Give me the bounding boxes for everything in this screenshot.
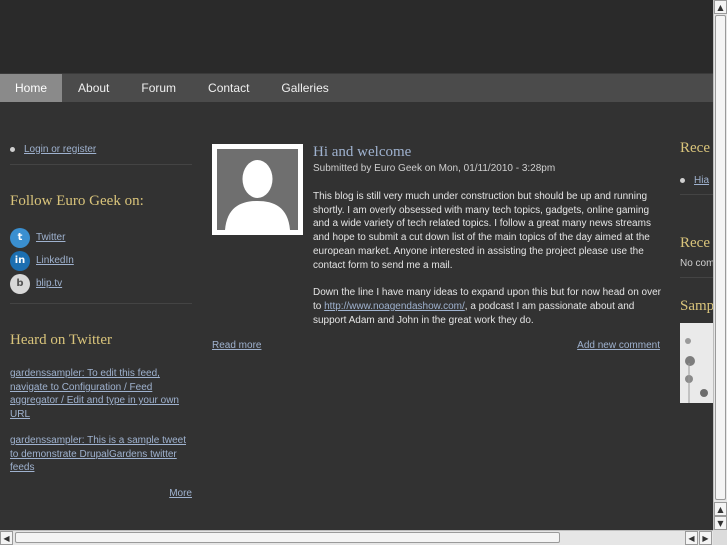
linkedin-link[interactable]: LinkedIn (36, 255, 74, 266)
horizontal-scroll-thumb[interactable] (15, 532, 560, 543)
sample-block-title: Samp (680, 298, 713, 314)
social-linkedin[interactable]: in LinkedIn (10, 249, 192, 272)
divider (10, 164, 192, 165)
nav-forum[interactable]: Forum (125, 74, 192, 102)
bullet-icon (10, 146, 15, 152)
main-nav: Home About Forum Contact Galleries (0, 74, 713, 102)
more-link-row: More (10, 488, 192, 499)
no-comments-text: No com (680, 258, 713, 269)
noagenda-link[interactable]: http://www.noagendashow.com/ (324, 301, 465, 312)
post-meta: Submitted by Euro Geek on Mon, 01/11/201… (313, 163, 556, 174)
divider (10, 303, 192, 304)
twitter-link[interactable]: Twitter (36, 232, 65, 243)
scroll-left-icon[interactable]: ◀ (685, 531, 698, 545)
scroll-down-icon[interactable]: ▼ (714, 516, 727, 530)
vertical-scroll-thumb[interactable] (715, 15, 726, 500)
scroll-up-icon[interactable]: ▲ (714, 0, 727, 14)
divider (680, 277, 713, 278)
bliptv-icon: b (10, 273, 30, 294)
divider (680, 194, 713, 195)
twitter-block-title: Heard on Twitter (10, 332, 112, 348)
scrollbar-corner (713, 530, 727, 545)
bliptv-link[interactable]: blip.tv (36, 278, 62, 289)
tweet-item[interactable]: gardenssampler: To edit this feed, navig… (10, 367, 192, 421)
post-body: This blog is still very much under const… (313, 190, 661, 341)
login-item: Login or register (10, 140, 192, 158)
recent-item: Hia (680, 175, 713, 186)
read-more-link[interactable]: Read more (212, 340, 261, 351)
social-bliptv[interactable]: b blip.tv (10, 272, 192, 295)
left-sidebar: Login or register Follow Euro Geek on: t… (10, 140, 192, 499)
nav-about[interactable]: About (62, 74, 125, 102)
scroll-up-icon[interactable]: ▲ (714, 502, 727, 516)
scroll-right-icon[interactable]: ▶ (699, 531, 712, 545)
horizontal-scrollbar[interactable]: ◀ ◀ ▶ (0, 530, 713, 545)
sample-image[interactable] (680, 323, 713, 403)
recent-comments-title: Rece (680, 235, 710, 251)
right-sidebar: Rece Hia Rece No com Samp (680, 140, 713, 403)
avatar-placeholder-icon (217, 149, 298, 230)
nav-home[interactable]: Home (0, 74, 63, 102)
recent-item-link[interactable]: Hia (694, 175, 709, 186)
scroll-left-icon[interactable]: ◀ (0, 531, 13, 545)
nav-contact[interactable]: Contact (192, 74, 265, 102)
social-twitter[interactable]: t Twitter (10, 226, 192, 249)
twitter-icon: t (10, 227, 30, 248)
post-title[interactable]: Hi and welcome (313, 144, 411, 161)
tweet-item[interactable]: gardenssampler: This is a sample tweet t… (10, 434, 192, 475)
more-link[interactable]: More (169, 488, 192, 499)
post-paragraph: This blog is still very much under const… (313, 191, 651, 271)
follow-title: Follow Euro Geek on: (10, 193, 144, 209)
nav-galleries[interactable]: Galleries (265, 74, 344, 102)
vertical-scrollbar[interactable]: ▲ ▲ ▼ (713, 0, 727, 530)
site-header (0, 0, 713, 74)
add-comment-link[interactable]: Add new comment (577, 340, 660, 351)
linkedin-icon: in (10, 250, 30, 271)
post-paragraph: Down the line I have many ideas to expan… (313, 286, 661, 327)
post-links: Read more Add new comment (212, 340, 660, 351)
author-avatar (212, 144, 303, 235)
browser-viewport: Home About Forum Contact Galleries Login… (0, 0, 713, 530)
bullet-icon (680, 178, 685, 183)
login-link[interactable]: Login or register (24, 144, 96, 155)
recent-block-title: Rece (680, 140, 710, 156)
